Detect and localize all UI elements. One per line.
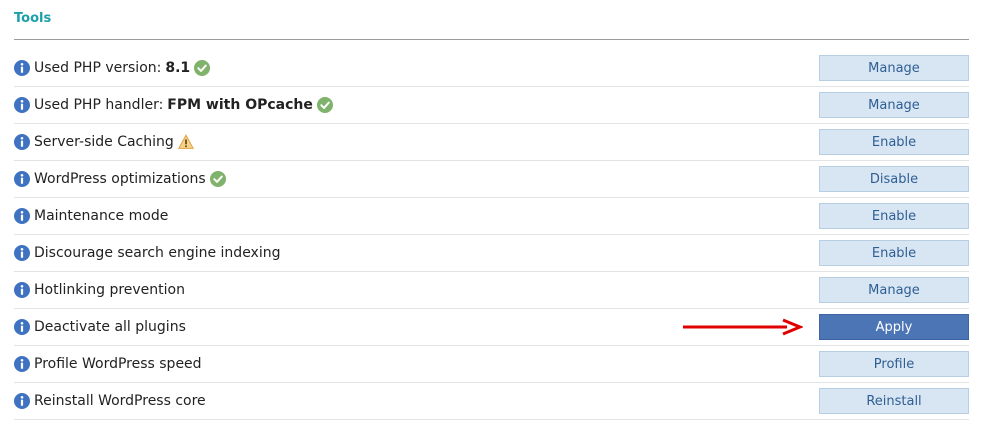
check-icon <box>194 60 211 76</box>
row-label: Discourage search engine indexing <box>34 245 281 261</box>
reinstall-core-button[interactable]: Reinstall <box>819 388 969 414</box>
row-label: WordPress optimizations <box>34 171 206 187</box>
info-icon[interactable] <box>14 282 30 298</box>
info-icon[interactable] <box>14 60 30 76</box>
manage-php-handler-button[interactable]: Manage <box>819 92 969 118</box>
tool-row-wordpress-optimizations: WordPress optimizations Disable <box>14 161 969 198</box>
tool-row-deactivate-plugins: Deactivate all plugins Apply <box>14 309 969 346</box>
row-label-container: Profile WordPress speed <box>14 355 202 373</box>
info-icon[interactable] <box>14 97 30 113</box>
profile-speed-button[interactable]: Profile <box>819 351 969 377</box>
red-arrow-icon <box>683 318 803 336</box>
tool-row-maintenance-mode: Maintenance mode Enable <box>14 198 969 235</box>
manage-hotlinking-button[interactable]: Manage <box>819 277 969 303</box>
tool-row-reinstall-core: Reinstall WordPress core Reinstall <box>14 383 969 420</box>
tool-row-profile-speed: Profile WordPress speed Profile <box>14 346 969 383</box>
enable-discourage-indexing-button[interactable]: Enable <box>819 240 969 266</box>
row-label: Server-side Caching <box>34 134 174 150</box>
info-icon[interactable] <box>14 208 30 224</box>
enable-caching-button[interactable]: Enable <box>819 129 969 155</box>
info-icon[interactable] <box>14 245 30 261</box>
section-divider <box>14 39 969 40</box>
info-icon[interactable] <box>14 319 30 335</box>
row-label: Used PHP handler: <box>34 97 164 113</box>
info-icon[interactable] <box>14 356 30 372</box>
row-label: Used PHP version: <box>34 60 162 76</box>
row-label-container: Used PHP version: 8.1 <box>14 59 211 77</box>
info-icon[interactable] <box>14 134 30 150</box>
row-label: Hotlinking prevention <box>34 282 185 298</box>
row-label: Reinstall WordPress core <box>34 393 206 409</box>
tools-list: Used PHP version: 8.1 Manage Used PHP ha… <box>14 50 969 420</box>
section-title: Tools <box>14 11 52 26</box>
row-label-container: Used PHP handler: FPM with OPcache <box>14 96 333 114</box>
manage-php-version-button[interactable]: Manage <box>819 55 969 81</box>
php-version-value: 8.1 <box>165 60 191 76</box>
row-label-container: Maintenance mode <box>14 207 168 225</box>
row-label-container: Deactivate all plugins <box>14 318 186 336</box>
tool-row-php-version: Used PHP version: 8.1 Manage <box>14 50 969 87</box>
disable-optimizations-button[interactable]: Disable <box>819 166 969 192</box>
tool-row-search-indexing: Discourage search engine indexing Enable <box>14 235 969 272</box>
row-label-container: Reinstall WordPress core <box>14 392 206 410</box>
row-label-container: Discourage search engine indexing <box>14 244 281 262</box>
php-handler-value: FPM with OPcache <box>167 97 313 113</box>
info-icon[interactable] <box>14 171 30 187</box>
row-label-container: Server-side Caching <box>14 133 194 151</box>
check-icon <box>209 171 226 187</box>
apply-deactivate-plugins-button[interactable]: Apply <box>819 314 969 340</box>
row-label-container: Hotlinking prevention <box>14 281 185 299</box>
row-label: Deactivate all plugins <box>34 319 186 335</box>
enable-maintenance-button[interactable]: Enable <box>819 203 969 229</box>
tool-row-server-side-caching: Server-side Caching Enable <box>14 124 969 161</box>
warning-icon <box>177 134 194 149</box>
row-label-container: WordPress optimizations <box>14 170 226 188</box>
row-label: Profile WordPress speed <box>34 356 202 372</box>
row-label: Maintenance mode <box>34 208 169 224</box>
tool-row-hotlinking: Hotlinking prevention Manage <box>14 272 969 309</box>
tool-row-php-handler: Used PHP handler: FPM with OPcache Manag… <box>14 87 969 124</box>
info-icon[interactable] <box>14 393 30 409</box>
check-icon <box>316 97 333 113</box>
